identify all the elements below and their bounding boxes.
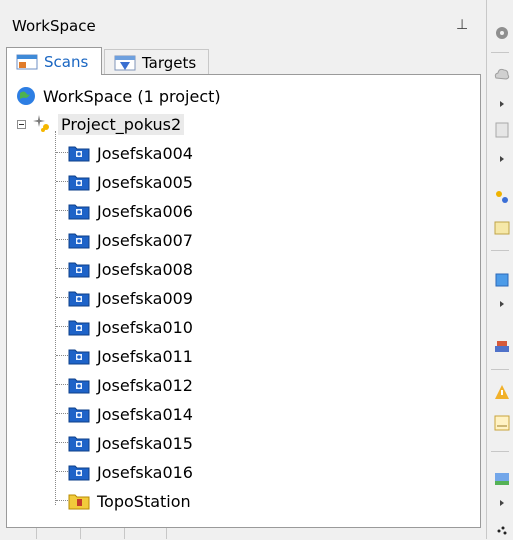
tree-scan-label: Josefska005 xyxy=(97,172,193,192)
workspace-tree[interactable]: WorkSpace (1 project) Project_pokus2 Jos… xyxy=(6,74,481,528)
tab-targets-label: Targets xyxy=(142,53,197,72)
tree-scan-node[interactable]: Josefska006 xyxy=(67,198,193,224)
scan-icon xyxy=(68,291,90,307)
tree-scan-label: Josefska006 xyxy=(97,201,193,221)
tree-scan-node[interactable]: Josefska005 xyxy=(67,169,193,195)
expand-arrow-icon[interactable] xyxy=(500,156,504,162)
tab-scans[interactable]: Scans xyxy=(6,47,102,75)
tree-root-label: WorkSpace (1 project) xyxy=(43,86,221,106)
scan-icon xyxy=(68,146,90,162)
tree-scan-node[interactable]: Josefska009 xyxy=(67,285,193,311)
blue-cube-icon[interactable] xyxy=(493,271,511,289)
tree-scan-node[interactable]: Josefska014 xyxy=(67,401,193,427)
bottom-tab-strip xyxy=(6,528,481,539)
bottom-tab[interactable] xyxy=(126,528,167,539)
tree-scan-label: Josefska007 xyxy=(97,230,193,250)
scan-icon xyxy=(68,233,90,249)
scan-icon xyxy=(68,378,90,394)
tree-scan-node[interactable]: Josefska011 xyxy=(67,343,193,369)
tree-scan-label: Josefska014 xyxy=(97,404,193,424)
toolbar-separator xyxy=(491,369,509,370)
tree-scan-label: Josefska015 xyxy=(97,433,193,453)
tree-scan-label: Josefska012 xyxy=(97,375,193,395)
tree-scan-node[interactable]: Josefska015 xyxy=(67,430,193,456)
collapse-icon[interactable] xyxy=(17,119,26,129)
document-icon[interactable] xyxy=(493,121,511,139)
bottom-tab[interactable] xyxy=(38,528,81,539)
pin-icon[interactable]: ⊥ xyxy=(456,17,468,33)
bottom-tab[interactable] xyxy=(6,528,37,539)
scan-icon xyxy=(68,262,90,278)
tree-scan-node[interactable]: Josefska016 xyxy=(67,459,193,485)
right-toolbar xyxy=(486,0,513,539)
scale-icon[interactable] xyxy=(493,414,511,432)
scans-tab-icon xyxy=(16,54,38,69)
scan-icon xyxy=(68,407,90,423)
topostation-icon xyxy=(68,494,90,510)
tree-root-workspace[interactable]: WorkSpace (1 project) xyxy=(16,83,221,109)
tree-scan-label: Josefska004 xyxy=(97,143,193,163)
tab-targets[interactable]: Targets xyxy=(104,49,209,75)
landscape-icon[interactable] xyxy=(493,470,511,488)
scan-icon xyxy=(68,349,90,365)
targets-tab-icon xyxy=(114,55,136,70)
tree-scan-label: Josefska016 xyxy=(97,462,193,482)
project-sparkle-icon xyxy=(33,115,49,132)
expand-arrow-icon[interactable] xyxy=(500,301,504,307)
expand-arrow-icon[interactable] xyxy=(500,500,504,506)
tree-scan-label: Josefska009 xyxy=(97,288,193,308)
tree-project-label: Project_pokus2 xyxy=(58,113,185,135)
model-icon[interactable] xyxy=(493,337,511,355)
cloud-icon[interactable] xyxy=(493,65,511,83)
scan-icon xyxy=(68,175,90,191)
tree-scan-label: Josefska010 xyxy=(97,317,193,337)
tree-scan-label: Josefska008 xyxy=(97,259,193,279)
transform-icon[interactable] xyxy=(493,188,511,206)
scan-icon xyxy=(68,320,90,336)
scan-icon xyxy=(68,204,90,220)
tree-scan-node[interactable]: Josefska007 xyxy=(67,227,193,253)
settings-icon[interactable] xyxy=(493,24,511,42)
frame-icon[interactable] xyxy=(493,219,511,237)
globe-icon xyxy=(17,87,35,105)
expand-arrow-icon[interactable] xyxy=(500,101,504,107)
tree-topostation-node[interactable]: TopoStation xyxy=(67,488,191,514)
toolbar-separator xyxy=(491,250,509,251)
tab-scans-label: Scans xyxy=(44,52,89,71)
bottom-tab[interactable] xyxy=(82,528,125,539)
points-icon[interactable] xyxy=(493,522,511,540)
tree-topostation-label: TopoStation xyxy=(97,491,191,511)
tree-scan-label: Josefska011 xyxy=(97,346,193,366)
toolbar-separator xyxy=(491,451,509,452)
panel-title: WorkSpace xyxy=(12,17,96,35)
workspace-panel: WorkSpace ⊥ Scans Targets WorkSpace (1 p… xyxy=(0,0,486,539)
warning-icon[interactable] xyxy=(493,383,511,401)
scan-icon xyxy=(68,436,90,452)
tree-connector-line xyxy=(55,131,56,505)
tree-scan-node[interactable]: Josefska012 xyxy=(67,372,193,398)
tree-scan-node[interactable]: Josefska010 xyxy=(67,314,193,340)
tree-scan-node[interactable]: Josefska004 xyxy=(67,140,193,166)
toolbar-separator xyxy=(491,52,509,53)
scan-icon xyxy=(68,465,90,481)
tree-project-node[interactable]: Project_pokus2 xyxy=(17,111,185,137)
tree-scan-node[interactable]: Josefska008 xyxy=(67,256,193,282)
